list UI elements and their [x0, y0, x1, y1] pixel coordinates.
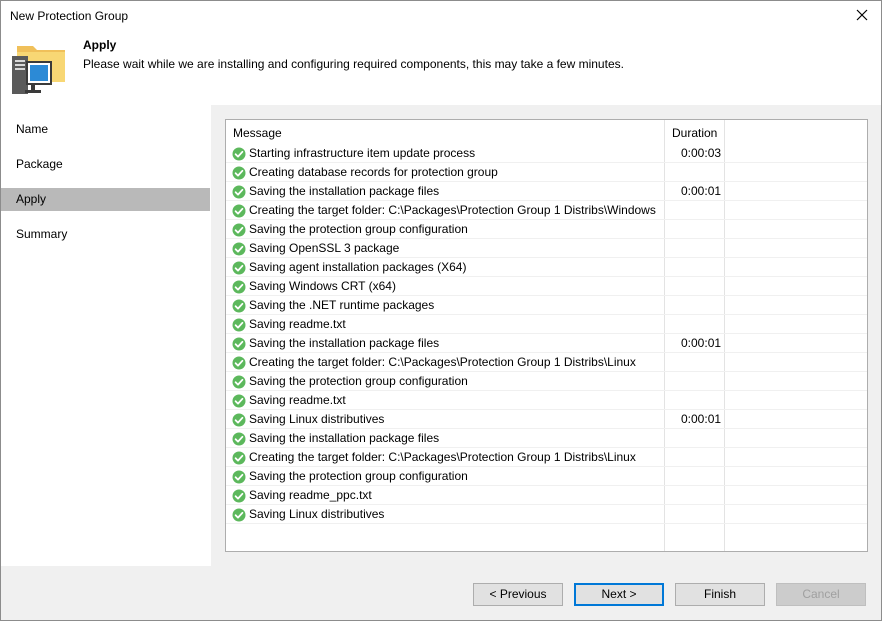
row-message: Saving the protection group configuratio… — [249, 469, 468, 483]
success-check-icon — [232, 147, 246, 161]
sidebar-item-package[interactable]: Package — [1, 153, 210, 176]
content-panel: Message Duration Starting infrastructure… — [211, 105, 881, 566]
success-check-icon — [232, 261, 246, 275]
row-message: Saving agent installation packages (X64) — [249, 260, 467, 274]
row-message: Saving Linux distributives — [249, 412, 385, 426]
table-row[interactable]: Saving the protection group configuratio… — [226, 220, 867, 239]
protection-group-folder-icon — [12, 46, 65, 94]
table-row[interactable]: Saving readme_ppc.txt — [226, 486, 867, 505]
table-row[interactable]: Creating the target folder: C:\Packages\… — [226, 353, 867, 372]
title-bar: New Protection Group — [1, 1, 881, 31]
column-header-duration[interactable]: Duration — [672, 126, 717, 140]
table-row[interactable]: Saving agent installation packages (X64) — [226, 258, 867, 277]
row-message: Saving the .NET runtime packages — [249, 298, 435, 312]
table-row[interactable]: Saving Linux distributives 0:00:01 — [226, 410, 867, 429]
table-row[interactable]: Saving the installation package files 0:0… — [226, 334, 867, 353]
row-message: Saving readme_ppc.txt — [249, 488, 372, 502]
sidebar-item-summary[interactable]: Summary — [1, 223, 210, 246]
window-title: New Protection Group — [10, 9, 129, 23]
success-check-icon — [232, 394, 246, 408]
previous-button[interactable]: < Previous — [473, 583, 563, 606]
success-check-icon — [232, 299, 246, 313]
table-row[interactable]: Saving the protection group configuratio… — [226, 372, 867, 391]
row-message: Saving readme.txt — [249, 317, 346, 331]
table-row[interactable]: Saving OpenSSL 3 package — [226, 239, 867, 258]
next-button[interactable]: Next > — [574, 583, 664, 606]
success-check-icon — [232, 356, 246, 370]
row-message: Saving Linux distributives — [249, 507, 385, 521]
table-row[interactable]: Creating the target folder: C:\Packages\… — [226, 201, 867, 220]
success-check-icon — [232, 451, 246, 465]
row-message: Creating database records for protection… — [249, 165, 498, 179]
table-row[interactable]: Creating the target folder: C:\Packages\… — [226, 448, 867, 467]
row-message: Creating the target folder: C:\Packages\… — [249, 203, 656, 217]
close-button[interactable] — [849, 4, 875, 28]
table-row[interactable]: Saving the protection group configuratio… — [226, 467, 867, 486]
cancel-button: Cancel — [776, 583, 866, 606]
table-row[interactable]: Saving readme.txt — [226, 315, 867, 334]
table-row[interactable]: Saving readme.txt — [226, 391, 867, 410]
success-check-icon — [232, 318, 246, 332]
success-check-icon — [232, 242, 246, 256]
table-row[interactable]: Saving the installation package files 0:0… — [226, 182, 867, 201]
page-title: Apply — [83, 38, 117, 52]
progress-log-list[interactable]: Message Duration Starting infrastructure… — [225, 119, 868, 552]
success-check-icon — [232, 432, 246, 446]
row-duration: 0:00:01 — [681, 336, 722, 350]
row-duration: 0:00:01 — [681, 184, 722, 198]
success-check-icon — [232, 470, 246, 484]
page-description: Please wait while we are installing and … — [83, 57, 624, 71]
success-check-icon — [232, 166, 246, 180]
finish-button[interactable]: Finish — [675, 583, 765, 606]
success-check-icon — [232, 337, 246, 351]
wizard-steps-sidebar: Name Package Apply Summary — [1, 105, 211, 566]
row-message: Creating the target folder: C:\Packages\… — [249, 355, 636, 369]
success-check-icon — [232, 413, 246, 427]
success-check-icon — [232, 375, 246, 389]
sidebar-item-name[interactable]: Name — [1, 118, 210, 141]
row-message: Saving the installation package files — [249, 336, 440, 350]
row-message: Starting infrastructure item update proc… — [249, 146, 476, 160]
list-header: Message Duration — [226, 120, 867, 144]
row-message: Saving Windows CRT (x64) — [249, 279, 396, 293]
row-message: Saving the installation package files — [249, 431, 440, 445]
row-message: Saving OpenSSL 3 package — [249, 241, 400, 255]
row-duration: 0:00:03 — [681, 146, 722, 160]
row-message: Saving the protection group configuratio… — [249, 374, 468, 388]
close-icon — [856, 9, 868, 21]
success-check-icon — [232, 489, 246, 503]
table-row[interactable]: Starting infrastructure item update proc… — [226, 144, 867, 163]
row-message: Saving the protection group configuratio… — [249, 222, 468, 236]
wizard-footer: < Previous Next > Finish Cancel — [1, 566, 881, 620]
success-check-icon — [232, 223, 246, 237]
new-protection-group-dialog: New Protection Group Apply Please wait w… — [0, 0, 882, 621]
row-message: Creating the target folder: C:\Packages\… — [249, 450, 636, 464]
success-check-icon — [232, 185, 246, 199]
wizard-header: Apply Please wait while we are installin… — [1, 31, 881, 105]
success-check-icon — [232, 204, 246, 218]
table-row[interactable]: Creating database records for protection… — [226, 163, 867, 182]
row-message: Saving the installation package files — [249, 184, 440, 198]
table-row[interactable]: Saving the installation package files — [226, 429, 867, 448]
row-message: Saving readme.txt — [249, 393, 346, 407]
success-check-icon — [232, 508, 246, 522]
table-row[interactable]: Saving Linux distributives — [226, 505, 867, 524]
success-check-icon — [232, 280, 246, 294]
row-duration: 0:00:01 — [681, 412, 722, 426]
sidebar-item-apply[interactable]: Apply — [1, 188, 210, 211]
column-header-message[interactable]: Message — [233, 126, 282, 140]
table-row[interactable]: Saving the .NET runtime packages — [226, 296, 867, 315]
table-row[interactable]: Saving Windows CRT (x64) — [226, 277, 867, 296]
